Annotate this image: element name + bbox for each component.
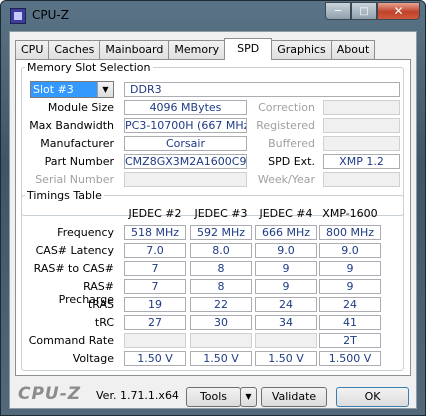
timing-cell: 27	[124, 315, 186, 330]
timing-cell: 7	[124, 261, 186, 276]
timing-cell: 30	[190, 315, 252, 330]
memory-type-value: DDR3	[124, 82, 400, 97]
slot-select-value: Slot #3	[33, 83, 74, 96]
tab-mainboard[interactable]: Mainboard	[99, 40, 170, 59]
spd-ext-value: XMP 1.2	[323, 154, 400, 169]
col-header-jedec4: JEDEC #4	[259, 207, 313, 220]
version-label: Ver. 1.71.1.x64	[96, 389, 179, 402]
timing-row-label: Command Rate	[28, 334, 114, 347]
part-number-value: CMZ8GX3M2A1600C9	[124, 154, 247, 169]
tools-button[interactable]: Tools	[186, 387, 241, 407]
col-header-xmp1600: XMP-1600	[322, 207, 378, 220]
timing-cell: 8.0	[190, 243, 252, 258]
tab-bar: CPU Caches Mainboard Memory SPD Graphics…	[15, 38, 376, 60]
timing-row-label: CAS# Latency	[35, 244, 114, 257]
timing-cell: 34	[255, 315, 317, 330]
cpuz-app-icon	[10, 8, 26, 24]
timings-legend: Timings Table	[27, 189, 102, 202]
timing-cell: 2T	[319, 333, 381, 348]
timing-cell: 24	[255, 297, 317, 312]
maximize-button[interactable]: □	[351, 2, 377, 20]
tab-about[interactable]: About	[330, 40, 376, 59]
timing-cell	[124, 333, 186, 348]
timing-cell	[255, 333, 317, 348]
timing-cell: 592 MHz	[190, 225, 252, 240]
memory-slot-legend: Memory Slot Selection	[27, 61, 151, 74]
max-bandwidth-label: Max Bandwidth	[29, 119, 114, 132]
timing-cell: 8	[190, 261, 252, 276]
chevron-down-icon: ▼	[245, 392, 252, 401]
timing-row-label: RAS# to CAS#	[33, 262, 114, 275]
col-header-jedec2: JEDEC #2	[128, 207, 182, 220]
timing-cell: 22	[190, 297, 252, 312]
manufacturer-label: Manufacturer	[40, 137, 114, 150]
validate-button[interactable]: Validate	[261, 387, 327, 407]
timing-cell: 9	[255, 261, 317, 276]
col-header-jedec3: JEDEC #3	[194, 207, 248, 220]
max-bandwidth-value: PC3-10700H (667 MHz)	[124, 118, 247, 133]
timing-cell: 9.0	[319, 243, 381, 258]
timing-cell: 41	[319, 315, 381, 330]
timing-cell	[190, 333, 252, 348]
correction-value	[323, 100, 400, 115]
spd-page: Memory Slot Selection Slot #3 ▼ DDR3 Mod…	[15, 59, 411, 376]
ok-button[interactable]: OK	[336, 387, 409, 407]
minimize-button[interactable]: ─	[325, 2, 351, 20]
timing-cell: 1.50 V	[255, 351, 317, 366]
timing-cell: 8	[190, 279, 252, 294]
chevron-down-icon[interactable]: ▼	[97, 82, 113, 97]
timing-cell: 7.0	[124, 243, 186, 258]
cpuz-window: CPU-Z ─ □ ✕ CPU Caches Mainboard Memory …	[0, 0, 426, 416]
slot-select[interactable]: Slot #3 ▼	[30, 81, 114, 98]
week-year-label: Week/Year	[257, 173, 315, 186]
timing-cell: 24	[319, 297, 381, 312]
timing-row-label: tRC	[94, 316, 114, 329]
registered-label: Registered	[256, 119, 315, 132]
correction-label: Correction	[258, 101, 315, 114]
timing-cell: 19	[124, 297, 186, 312]
module-size-value: 4096 MBytes	[124, 100, 247, 115]
buffered-label: Buffered	[268, 137, 315, 150]
timing-cell: 7	[124, 279, 186, 294]
cpuz-logo: CPU-Z	[18, 384, 82, 404]
week-year-value	[323, 172, 400, 187]
close-icon: ✕	[393, 4, 404, 18]
timing-cell: 9	[319, 279, 381, 294]
timing-cell: 9.0	[255, 243, 317, 258]
timing-cell: 9	[255, 279, 317, 294]
tab-spd[interactable]: SPD	[224, 38, 273, 60]
tab-caches[interactable]: Caches	[48, 40, 101, 59]
timing-row-label: tRAS	[87, 298, 114, 311]
client-area: CPU Caches Mainboard Memory SPD Graphics…	[9, 31, 417, 409]
tab-cpu[interactable]: CPU	[15, 40, 50, 59]
timing-cell: 1.500 V	[319, 351, 381, 366]
timing-cell: 9	[319, 261, 381, 276]
timing-row-label: Frequency	[57, 226, 114, 239]
timing-cell: 666 MHz	[255, 225, 317, 240]
window-title: CPU-Z	[32, 8, 69, 22]
buffered-value	[323, 136, 400, 151]
part-number-label: Part Number	[44, 155, 114, 168]
timing-row-label: Voltage	[72, 352, 114, 365]
timing-cell: 1.50 V	[190, 351, 252, 366]
close-button[interactable]: ✕	[377, 2, 420, 20]
timing-cell: 800 MHz	[319, 225, 381, 240]
manufacturer-value: Corsair	[124, 136, 247, 151]
title-bar[interactable]: CPU-Z ─ □ ✕	[1, 1, 425, 31]
tab-memory[interactable]: Memory	[168, 40, 226, 59]
timing-cell: 518 MHz	[124, 225, 186, 240]
module-size-label: Module Size	[47, 101, 114, 114]
tools-dropdown-button[interactable]: ▼	[240, 387, 257, 407]
timing-cell: 1.50 V	[124, 351, 186, 366]
serial-number-value	[124, 172, 247, 187]
serial-number-label: Serial Number	[35, 173, 114, 186]
spd-ext-label: SPD Ext.	[268, 155, 315, 168]
minimize-icon: ─	[334, 5, 342, 17]
registered-value	[323, 118, 400, 133]
maximize-icon: □	[359, 5, 369, 17]
tab-graphics[interactable]: Graphics	[271, 40, 332, 59]
